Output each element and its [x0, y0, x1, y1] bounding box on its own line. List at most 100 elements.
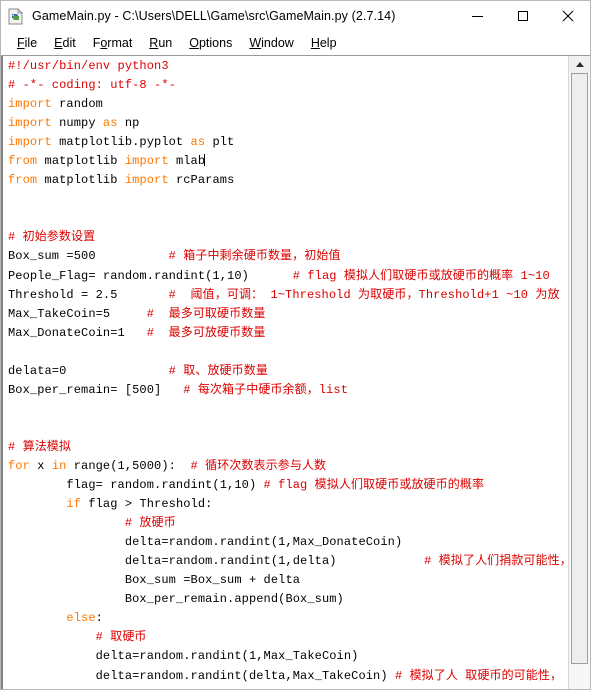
code-token-plain: matplotlib — [37, 154, 125, 169]
code-token-plain: Box_per_remain.append(Box_sum) — [8, 592, 344, 607]
scrollbar-track[interactable] — [569, 73, 590, 689]
code-token-plain: delta=random.randint(1,Max_TakeCoin) — [8, 649, 359, 664]
code-token-kw: import — [8, 97, 52, 112]
code-text-area[interactable]: #!/usr/bin/env python3 # -*- coding: utf-… — [1, 56, 568, 689]
code-token-kw: import — [124, 154, 169, 169]
code-token-plain: range(1,5000): — [66, 458, 176, 473]
code-line: flag= random.randint(1,10) # flag 模拟人们取硬… — [8, 476, 568, 495]
code-line: from matplotlib import rcParams — [8, 171, 568, 190]
code-token-cm: #!/usr/bin/env python3 — [8, 59, 169, 73]
code-token-kw: for — [8, 458, 30, 473]
vertical-scrollbar[interactable] — [568, 56, 590, 689]
code-token-plain: People_Flag= random.randint(1,10) — [8, 268, 249, 283]
python-file-icon — [8, 7, 25, 25]
code-line: delta=random.randint(1,delta) # 模拟了人们捐款可… — [8, 552, 568, 571]
menu-item-file[interactable]: File — [9, 34, 46, 52]
code-token-kw: from — [8, 173, 38, 188]
code-token-cm: # flag 模拟人们取硬币或放硬币的概率 1~10 — [248, 268, 550, 283]
code-token-kw: in — [51, 458, 67, 473]
code-token-kw: import — [8, 135, 52, 150]
code-line: # 放硬币 — [8, 514, 568, 533]
code-line: delta=random.randint(1,Max_DonateCoin) — [8, 533, 568, 552]
scrollbar-thumb[interactable] — [571, 73, 588, 665]
scroll-up-arrow[interactable] — [569, 56, 590, 73]
code-token-plain: matplotlib.pyplot — [51, 135, 191, 150]
code-token-plain: : — [95, 611, 103, 626]
code-token-plain: np — [117, 116, 140, 131]
code-token-cm: # 箱子中剩余硬币数量，初始值 — [95, 249, 341, 264]
code-line: import matplotlib.pyplot as plt — [8, 133, 568, 152]
menu-item-help[interactable]: Help — [303, 34, 346, 52]
code-line: if flag > Threshold: — [8, 495, 568, 514]
code-token-plain: Max_TakeCoin=5 — [8, 306, 111, 321]
code-token-plain: flag > Threshold: — [81, 497, 213, 512]
code-token-cm: # 模拟了人们捐款可能性，有 — [336, 554, 568, 569]
code-token-cm: # 取、放硬币数量 — [66, 363, 268, 378]
code-token-plain: matplotlib — [37, 173, 125, 188]
code-token-cm: # 模拟了人 取硬币的可能性， — [387, 668, 563, 683]
code-token-cm: # -*- coding: utf-8 -*- — [8, 78, 176, 93]
code-line: delata=0 # 取、放硬币数量 — [8, 362, 568, 381]
code-token-cm: # flag 模拟人们取硬币或放硬币的概率 — [256, 478, 485, 493]
code-line: Threshold = 2.5 # 阈值，可调： 1~Threshold 为取硬… — [8, 286, 568, 305]
menu-bar: File Edit Format Run Options Window Help — [1, 32, 590, 55]
minimize-button[interactable] — [455, 1, 500, 31]
menu-item-options[interactable]: Options — [181, 34, 241, 52]
menu-item-window[interactable]: Window — [241, 34, 302, 52]
code-token-plain: mlab — [168, 154, 206, 169]
code-line: #!/usr/bin/env python3 — [8, 57, 568, 76]
code-line: from matplotlib import mlab — [8, 152, 568, 171]
title-bar[interactable]: GameMain.py - C:\Users\DELL\Game\src\Gam… — [1, 1, 590, 32]
code-token-plain: x — [29, 458, 52, 473]
code-line: Box_sum =Box_sum + delta — [8, 571, 568, 590]
code-line: import numpy as np — [8, 114, 568, 133]
code-token-kw: import — [124, 173, 169, 188]
code-line: delta=random.randint(1,Max_TakeCoin) — [8, 647, 568, 666]
source-code[interactable]: #!/usr/bin/env python3 # -*- coding: utf-… — [5, 56, 568, 689]
code-token-plain: rcParams — [168, 173, 235, 188]
code-token-plain: Box_sum =Box_sum + delta — [8, 573, 301, 588]
code-token-kw: as — [190, 135, 206, 150]
menu-item-run[interactable]: Run — [141, 34, 181, 52]
code-line: for x in range(1,5000): # 循环次数表示参与人数 — [8, 457, 568, 476]
code-token-cm: # 阈值，可调： 1~Threshold 为取硬币，Threshold+1 ~1… — [117, 287, 560, 302]
menu-item-edit[interactable]: Edit — [46, 34, 85, 52]
code-token-plain: delta=random.randint(delta,Max_TakeCoin) — [8, 668, 388, 683]
code-token-plain: delta=random.randint(1,Max_DonateCoin) — [8, 535, 403, 550]
close-button[interactable] — [545, 1, 590, 31]
code-token-cm: # 每次箱子中硬币余额，list — [161, 382, 349, 397]
window-title: GameMain.py - C:\Users\DELL\Game\src\Gam… — [32, 9, 396, 23]
maximize-icon — [517, 11, 528, 21]
code-line: Max_TakeCoin=5 # 最多可取硬币数量 — [8, 305, 568, 324]
code-token-plain: Box_sum =500 — [8, 249, 96, 264]
code-token-plain: plt — [205, 135, 235, 150]
idle-editor-window: GameMain.py - C:\Users\DELL\Game\src\Gam… — [0, 0, 591, 690]
code-token-plain: numpy — [51, 116, 103, 131]
code-token-kw: if — [66, 497, 82, 512]
code-line: Max_DonateCoin=1 # 最多可放硬币数量 — [8, 324, 568, 343]
code-token-cm: # 循环次数表示参与人数 — [175, 458, 327, 473]
code-line: # 初始参数设置 — [8, 228, 568, 247]
code-line: import random — [8, 95, 568, 114]
text-caret — [204, 154, 206, 167]
code-line: Box_sum =500 # 箱子中剩余硬币数量，初始值 — [8, 247, 568, 266]
triangle-up-icon — [575, 62, 584, 67]
close-icon — [562, 10, 573, 22]
code-token-kw: else — [66, 611, 96, 626]
code-token-plain: Box_per_remain= [500] — [8, 382, 162, 397]
code-token-plain: Max_DonateCoin=1 — [8, 325, 125, 340]
code-token-plain: Threshold = 2.5 — [8, 287, 118, 302]
editor-area: #!/usr/bin/env python3 # -*- coding: utf-… — [1, 55, 590, 689]
code-line: People_Flag= random.randint(1,10) # flag… — [8, 267, 568, 286]
code-line: if Box_sum < delta: — [8, 686, 568, 689]
code-line: Box_per_remain= [500] # 每次箱子中硬币余额，list — [8, 381, 568, 400]
maximize-button[interactable] — [500, 1, 545, 31]
code-token-plain: delta=random.randint(1,delta) — [8, 554, 337, 569]
code-token-plain: flag= random.randint(1,10) — [8, 478, 257, 493]
code-line: delta=random.randint(delta,Max_TakeCoin)… — [8, 667, 568, 686]
menu-item-format[interactable]: Format — [85, 34, 142, 52]
